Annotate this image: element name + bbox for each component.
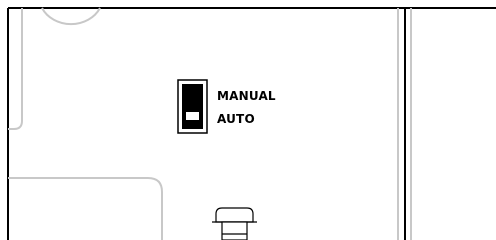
switch-slider <box>186 112 199 120</box>
connector-component <box>212 207 257 240</box>
upper-panel-outline <box>8 8 23 130</box>
switch-label-manual: MANUAL <box>217 89 276 103</box>
switch-slot <box>182 84 203 129</box>
side-rail <box>397 8 412 240</box>
manual-auto-switch[interactable] <box>177 79 208 134</box>
lower-panel-outline <box>8 177 163 240</box>
round-knob-outline <box>41 7 101 26</box>
switch-label-auto: AUTO <box>217 112 255 126</box>
